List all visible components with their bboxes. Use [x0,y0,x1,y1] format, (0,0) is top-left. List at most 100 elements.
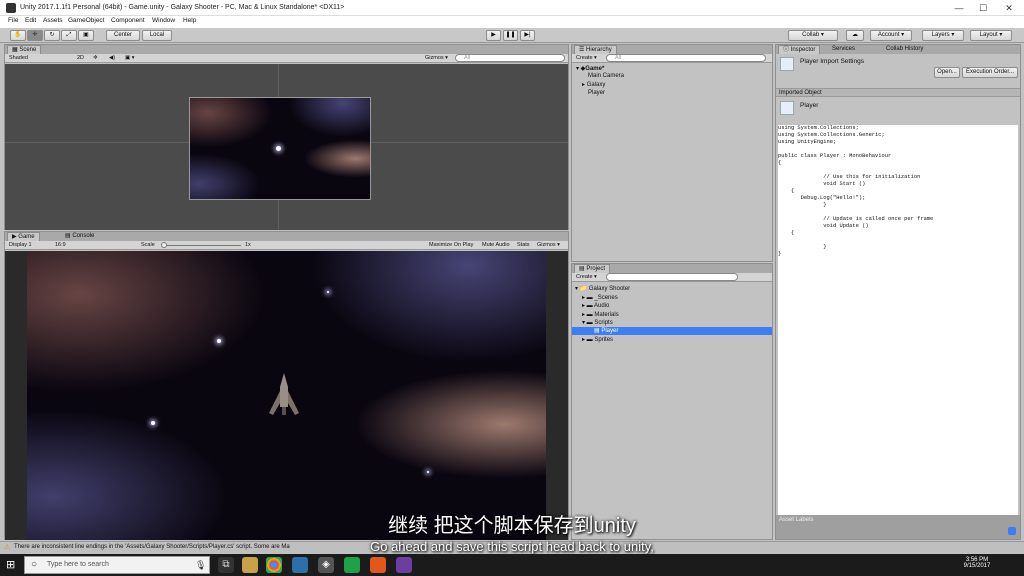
account-button[interactable]: Account ▾ [870,30,912,41]
project-root-folder[interactable]: ▾ 📁 Galaxy Shooter [575,285,630,292]
imported-object-name: Player [800,102,819,109]
game-gizmos-dropdown[interactable]: Gizmos ▾ [537,241,560,249]
scene-viewport[interactable] [5,64,568,230]
menu-edit[interactable]: Edit [25,17,36,24]
menu-help[interactable]: Help [183,17,196,24]
unity-logo-icon [6,3,16,13]
window-title: Unity 2017.1.1f1 Personal (64bit) - Game… [20,4,345,11]
folder-materials[interactable]: ▸ ▬ Materials [582,311,619,318]
tab-project[interactable]: ▤ Project [574,264,611,273]
hierarchy-item-galaxy[interactable]: ▸ Galaxy [582,81,605,88]
task-view-icon[interactable]: ⧉ [218,557,234,573]
tab-hierarchy[interactable]: ☰ Hierarchy [574,45,617,54]
photos-icon[interactable] [292,557,308,573]
move-tool-icon[interactable]: ✛ [27,30,43,41]
game-view[interactable] [27,251,546,540]
windows-start-icon[interactable]: ⊞ [6,559,18,571]
step-icon[interactable]: ▶| [520,30,535,41]
scene-tabrow: ▦ Scene [5,45,568,54]
imported-object-header: Imported Object [776,88,1020,97]
cloud-icon[interactable]: ☁ [846,30,864,41]
star-sprite [327,291,329,293]
visual-studio-icon[interactable] [396,557,412,573]
open-button[interactable]: Open... [934,67,960,78]
close-button[interactable]: ✕ [996,2,1022,14]
collab-button[interactable]: Collab ▾ [788,30,838,41]
pivot-local-button[interactable]: Local [142,30,172,41]
file-explorer-icon[interactable] [242,557,258,573]
display-dropdown[interactable]: Display 1 [9,241,32,249]
scene-search-input[interactable]: All [455,54,565,62]
tab-game[interactable]: ▶ Game [7,232,40,241]
folder-label: _Scenes [594,295,618,301]
menu-file[interactable]: File [8,17,18,24]
execution-order-button[interactable]: Execution Order... [962,67,1018,78]
menu-window[interactable]: Window [152,17,175,24]
aspect-dropdown[interactable]: 16:9 [55,241,66,249]
layers-button[interactable]: Layers ▾ [922,30,964,41]
game-tab-label: Game [18,234,35,240]
hierarchy-create-button[interactable]: Create ▾ [576,54,597,62]
tab-collab-history[interactable]: Collab History [882,45,927,54]
layout-button[interactable]: Layout ▾ [970,30,1012,41]
tab-console[interactable]: ▤ Console [61,232,98,241]
folder-scenes[interactable]: ▸ ▬ _Scenes [582,294,618,301]
maximize-button[interactable]: ☐ [970,2,996,14]
menu-gameobject[interactable]: GameObject [68,17,105,24]
menu-bar: File Edit Assets GameObject Component Wi… [0,16,1024,28]
project-search-input[interactable] [606,273,738,281]
hand-tool-icon[interactable]: ✋ [10,30,26,41]
rotate-tool-icon[interactable]: ↻ [44,30,60,41]
hierarchy-item-main-camera[interactable]: Main Camera [588,73,624,79]
game-panel: ▶ Game ▤ Console Display 1 16:9 Scale 1x… [4,231,569,540]
scale-tool-icon[interactable]: ⤢ [61,30,77,41]
folder-audio[interactable]: ▸ ▬ Audio [582,302,609,309]
camtasia-icon[interactable] [344,557,360,573]
menu-assets[interactable]: Assets [43,17,63,24]
project-tab-label: Project [586,266,606,272]
inspector-tab-label: Inspector [790,47,816,53]
rect-tool-icon[interactable]: ▣ [78,30,94,41]
scale-slider-thumb[interactable] [161,242,167,248]
scale-slider[interactable] [161,242,241,248]
folder-sprites[interactable]: ▸ ▬ Sprites [582,336,613,343]
stats-toggle[interactable]: Stats [517,241,530,249]
player-ship-sprite [269,373,299,415]
inspector-tabrow: ⓘ Inspector Services Collab History [776,45,1020,54]
minimize-button[interactable]: — [946,2,972,14]
taskbar-clock[interactable]: 3:56 PM 9/15/2017 [960,557,994,569]
project-item-player-script[interactable]: ▤ Player [572,327,772,335]
shading-mode-dropdown[interactable]: Shaded [9,54,28,62]
unity-taskbar-icon[interactable]: ◈ [318,557,334,573]
audio-icon[interactable]: ◀) [109,54,115,62]
mute-audio-toggle[interactable]: Mute Audio [482,241,510,249]
effects-icon[interactable]: ▣ ▾ [125,54,135,62]
hierarchy-search-input[interactable]: All [606,54,766,62]
taskbar-search-box[interactable]: ○ Type here to search 🎙 [24,556,210,574]
maximize-on-play-toggle[interactable]: Maximize On Play [429,241,473,249]
taskbar-search-placeholder: Type here to search [47,561,109,568]
mode-2d-button[interactable]: 2D [77,54,84,62]
hierarchy-item-player[interactable]: Player [588,90,605,96]
hierarchy-panel: ☰ Hierarchy Create ▾ All ▾ ◆Game* Main C… [571,44,773,262]
project-create-button[interactable]: Create ▾ [576,273,597,281]
play-icon[interactable]: ▶ [486,30,501,41]
local-label: Local [149,32,165,38]
scene-galaxy-sprite[interactable] [189,97,371,200]
hierarchy-tab-label: Hierarchy [586,47,612,53]
star-sprite [151,421,155,425]
lighting-icon[interactable]: ✲ [93,54,98,62]
folder-scripts[interactable]: ▾ ▬ Scripts [582,319,613,326]
pause-icon[interactable]: ❚❚ [503,30,518,41]
tab-inspector[interactable]: ⓘ Inspector [778,45,821,54]
scene-root-item[interactable]: ▾ ◆Game* [576,65,604,72]
tab-services[interactable]: Services [828,45,859,54]
pivot-center-button[interactable]: Center [106,30,140,41]
subtitle-chinese: 继续 把这个脚本保存到unity [388,515,636,537]
menu-component[interactable]: Component [111,17,145,24]
recorder-icon[interactable] [370,557,386,573]
scene-gizmos-dropdown[interactable]: Gizmos ▾ [425,54,448,62]
tab-scene[interactable]: ▦ Scene [7,45,42,54]
chrome-icon[interactable] [266,557,282,573]
microphone-icon[interactable]: 🎙 [195,560,206,571]
